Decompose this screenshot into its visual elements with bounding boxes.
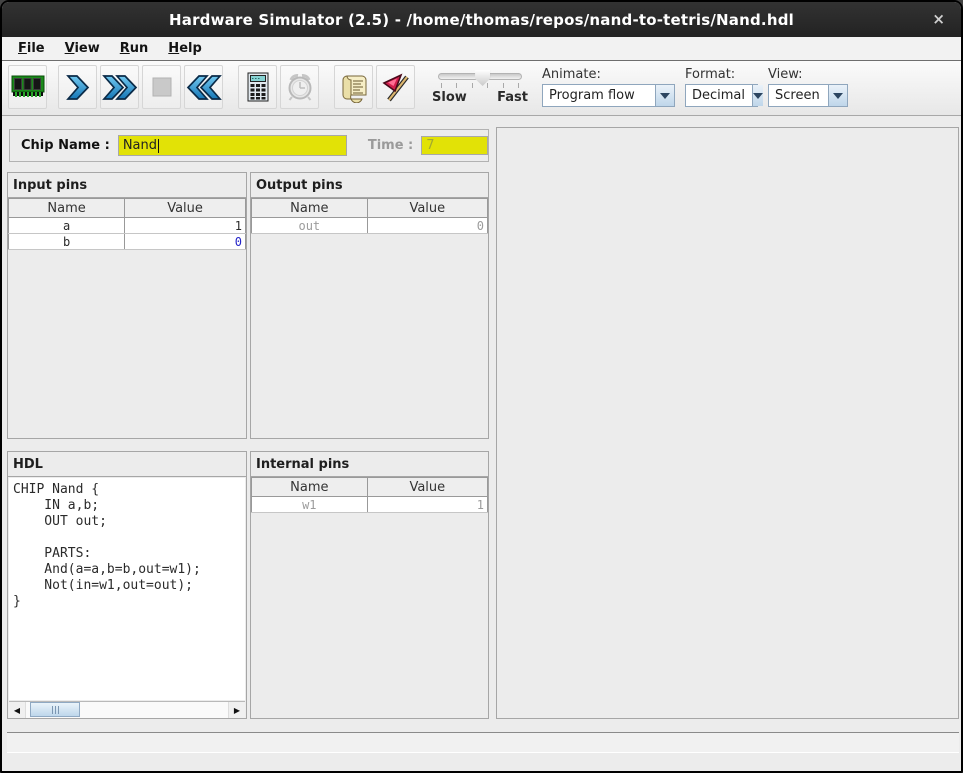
breakpoints-button[interactable] [376,65,415,109]
text-caret [158,139,159,153]
scroll-icon [339,71,369,103]
single-chevron-right-icon [64,73,91,102]
chip-name-bar: Chip Name : Nand Time : 7 [9,129,489,162]
chip-name-input[interactable]: Nand [118,135,347,156]
speed-slider: Slow Fast [432,69,528,105]
menu-run[interactable]: Run [110,39,159,58]
calculator-icon [244,71,272,103]
hdl-code-view[interactable]: CHIP Nand { IN a,b; OUT out; PARTS: And(… [9,478,245,700]
view-label: View: [768,67,848,82]
chevron-down-icon[interactable] [752,85,763,106]
scroll-right-icon[interactable]: ▶ [229,702,245,718]
table-row: w1 1 [252,497,488,513]
clock-button [280,65,319,109]
animate-select[interactable]: Program flow [542,84,675,107]
output-pins-table: Name Value out 0 [251,198,488,234]
input-pins-panel: Input pins Name Value a 1 b 0 [7,172,247,439]
double-chevron-right-icon [102,73,138,102]
reset-button[interactable] [184,65,223,109]
scrollbar-thumb[interactable] [30,702,80,717]
pin-name: a [9,218,125,234]
run-button[interactable] [100,65,139,109]
hdl-panel: HDL CHIP Nand { IN a,b; OUT out; PARTS: … [7,451,247,719]
pin-value: 1 [367,497,487,513]
input-pins-table: Name Value a 1 b 0 [8,198,246,250]
alarm-clock-icon [284,71,316,103]
column-header-name: Name [252,478,368,497]
column-header-value: Value [367,478,487,497]
slider-ticks [441,83,519,88]
load-chip-button[interactable] [8,65,47,109]
scrollbar-track[interactable] [25,702,229,718]
hdl-title: HDL [8,452,246,477]
pin-name: w1 [252,497,368,513]
menu-bar: File View Run Help [2,37,961,61]
single-step-button[interactable] [58,65,97,109]
chip-name-label: Chip Name : [21,138,110,153]
time-field: 7 [421,136,488,155]
input-pins-title: Input pins [8,173,246,198]
hdl-horizontal-scrollbar: ◀ ▶ [9,701,245,718]
slider-fast-label: Fast [497,90,528,105]
hardware-simulator-window: Hardware Simulator (2.5) - /home/thomas/… [0,0,963,773]
format-select[interactable]: Decimal [685,84,758,107]
animate-label: Animate: [542,67,675,82]
chevron-down-icon[interactable] [655,85,674,106]
table-row: b 0 [9,234,246,250]
column-header-name: Name [252,199,368,218]
internal-pins-table: Name Value w1 1 [251,477,488,513]
view-script-button[interactable] [334,65,373,109]
column-header-value: Value [367,199,487,218]
view-value: Screen [769,85,828,106]
animate-value: Program flow [543,85,655,106]
view-select[interactable]: Screen [768,84,848,107]
format-value: Decimal [686,85,752,106]
animate-group: Animate: Program flow [542,67,675,107]
pin-value[interactable]: 1 [125,218,246,234]
close-icon[interactable]: × [932,10,945,28]
pin-name: b [9,234,125,250]
scroll-left-icon[interactable]: ◀ [9,702,25,718]
time-label: Time : [368,138,413,153]
window-title: Hardware Simulator (2.5) - /home/thomas/… [169,11,794,29]
view-group: View: Screen [768,67,848,107]
memory-chip-icon [10,72,46,102]
slider-track[interactable] [438,73,522,80]
double-chevron-left-icon [186,73,222,102]
toolbar: Slow Fast Animate: Program flow Format: … [2,61,961,116]
pin-name: out [252,218,368,234]
table-row: a 1 [9,218,246,234]
pin-value[interactable]: 0 [125,234,246,250]
status-bar [7,732,959,753]
pin-value: 0 [367,218,487,234]
chip-display-panel [496,127,959,719]
column-header-value: Value [125,199,246,218]
format-label: Format: [685,67,758,82]
red-flag-icon [380,71,412,103]
menu-file[interactable]: File [8,39,55,58]
stop-button [142,65,181,109]
internal-pins-panel: Internal pins Name Value w1 1 [250,451,489,719]
slider-slow-label: Slow [432,90,467,105]
output-pins-title: Output pins [251,173,488,198]
column-header-name: Name [9,199,125,218]
chevron-down-icon[interactable] [828,85,847,106]
eval-button[interactable] [238,65,277,109]
stop-square-icon [149,74,175,100]
output-pins-panel: Output pins Name Value out 0 [250,172,489,439]
menu-help[interactable]: Help [158,39,211,58]
internal-pins-title: Internal pins [251,452,488,477]
title-bar: Hardware Simulator (2.5) - /home/thomas/… [2,2,961,37]
format-group: Format: Decimal [685,67,758,107]
table-row: out 0 [252,218,488,234]
menu-view[interactable]: View [55,39,110,58]
